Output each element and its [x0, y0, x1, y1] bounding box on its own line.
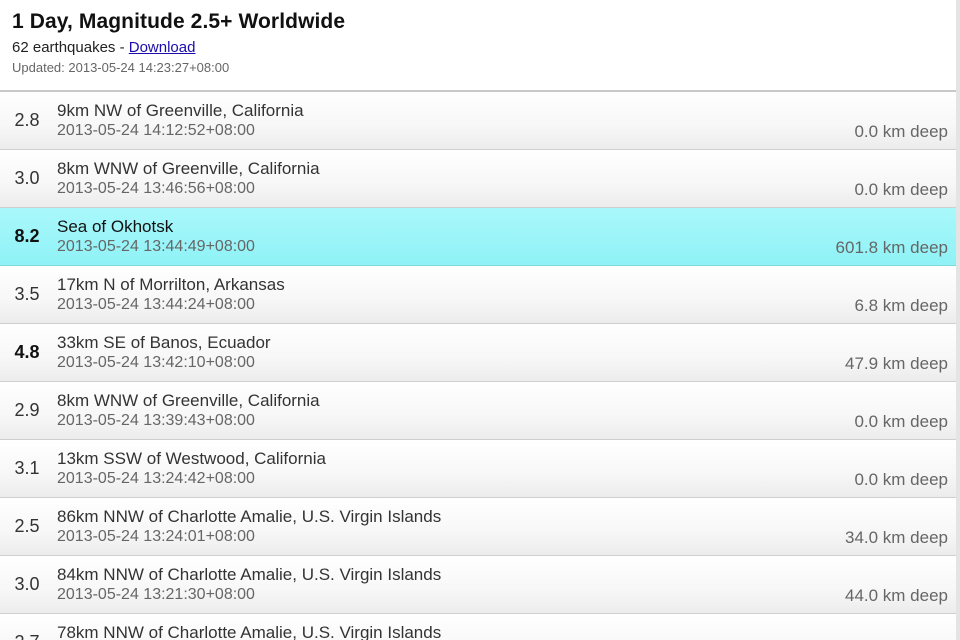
earthquake-item[interactable]: 3.1 13km SSW of Westwood, California 201…	[0, 440, 960, 498]
magnitude: 2.5	[14, 516, 40, 536]
magnitude: 2.9	[14, 400, 40, 420]
magnitude: 3.0	[14, 574, 40, 594]
earthquake-item[interactable]: 2.5 86km NNW of Charlotte Amalie, U.S. V…	[0, 498, 960, 556]
location: 8km WNW of Greenville, California	[57, 159, 320, 178]
earthquake-item[interactable]: 2.9 8km WNW of Greenville, California 20…	[0, 382, 960, 440]
location: 78km NNW of Charlotte Amalie, U.S. Virgi…	[57, 623, 442, 640]
earthquake-item[interactable]: 3.0 8km WNW of Greenville, California 20…	[0, 150, 960, 208]
event-time: 2013-05-24 13:44:49+08:00	[57, 238, 255, 255]
earthquake-list: 2.8 9km NW of Greenville, California 201…	[0, 92, 960, 640]
location: 13km SSW of Westwood, California	[57, 449, 326, 468]
earthquake-item-selected[interactable]: 8.2 Sea of Okhotsk 2013-05-24 13:44:49+0…	[0, 208, 960, 266]
earthquake-item[interactable]: 4.8 33km SE of Banos, Ecuador 2013-05-24…	[0, 324, 960, 382]
depth: 0.0 km deep	[854, 470, 948, 489]
feed-summary: 62 earthquakes - Download	[12, 38, 948, 58]
depth: 47.9 km deep	[844, 354, 948, 373]
feed-title: 1 Day, Magnitude 2.5+ Worldwide	[12, 10, 346, 33]
magnitude: 8.2	[14, 226, 40, 246]
event-time: 2013-05-24 14:12:52+08:00	[57, 122, 255, 139]
magnitude: 2.8	[14, 110, 40, 130]
magnitude: 3.1	[14, 458, 40, 478]
event-time: 2013-05-24 13:24:42+08:00	[57, 470, 255, 487]
depth: 0.0 km deep	[854, 412, 948, 431]
location: 33km SE of Banos, Ecuador	[57, 333, 271, 352]
magnitude: 2.7	[0, 632, 54, 640]
event-time: 2013-05-24 13:21:30+08:00	[57, 586, 255, 603]
earthquake-item[interactable]: 3.5 17km N of Morrilton, Arkansas 2013-0…	[0, 266, 960, 324]
depth: 44.0 km deep	[844, 586, 948, 605]
event-time: 2013-05-24 13:46:56+08:00	[57, 180, 255, 197]
location: 9km NW of Greenville, California	[57, 101, 304, 120]
download-link[interactable]: Download	[129, 39, 196, 56]
earthquake-count: 62 earthquakes -	[12, 39, 129, 56]
depth: 6.8 km deep	[854, 296, 948, 315]
magnitude: 3.5	[14, 284, 40, 304]
magnitude: 4.8	[14, 342, 40, 362]
earthquake-feed-page: 1 Day, Magnitude 2.5+ Worldwide 62 earth…	[0, 0, 960, 640]
location: 17km N of Morrilton, Arkansas	[57, 275, 285, 294]
location: 86km NNW of Charlotte Amalie, U.S. Virgi…	[57, 507, 442, 526]
earthquake-item[interactable]: 2.8 9km NW of Greenville, California 201…	[0, 92, 960, 150]
depth: 0.0 km deep	[854, 180, 948, 199]
location: 8km WNW of Greenville, California	[57, 391, 320, 410]
earthquake-item[interactable]: 2.7 78km NNW of Charlotte Amalie, U.S. V…	[0, 614, 960, 640]
event-time: 2013-05-24 13:39:43+08:00	[57, 412, 255, 429]
earthquake-item[interactable]: 3.0 84km NNW of Charlotte Amalie, U.S. V…	[0, 556, 960, 614]
updated-timestamp: Updated: 2013-05-24 14:23:27+08:00	[12, 60, 230, 75]
depth: 34.0 km deep	[844, 528, 948, 547]
magnitude: 3.0	[14, 168, 40, 188]
feed-header: 1 Day, Magnitude 2.5+ Worldwide 62 earth…	[0, 0, 960, 92]
event-time: 2013-05-24 13:24:01+08:00	[57, 528, 255, 545]
event-time: 2013-05-24 13:42:10+08:00	[57, 354, 255, 371]
depth: 601.8 km deep	[835, 238, 948, 257]
event-time: 2013-05-24 13:44:24+08:00	[57, 296, 255, 313]
depth: 0.0 km deep	[854, 122, 948, 141]
scrollbar[interactable]	[956, 0, 960, 640]
location: 84km NNW of Charlotte Amalie, U.S. Virgi…	[57, 565, 442, 584]
location: Sea of Okhotsk	[57, 217, 174, 236]
